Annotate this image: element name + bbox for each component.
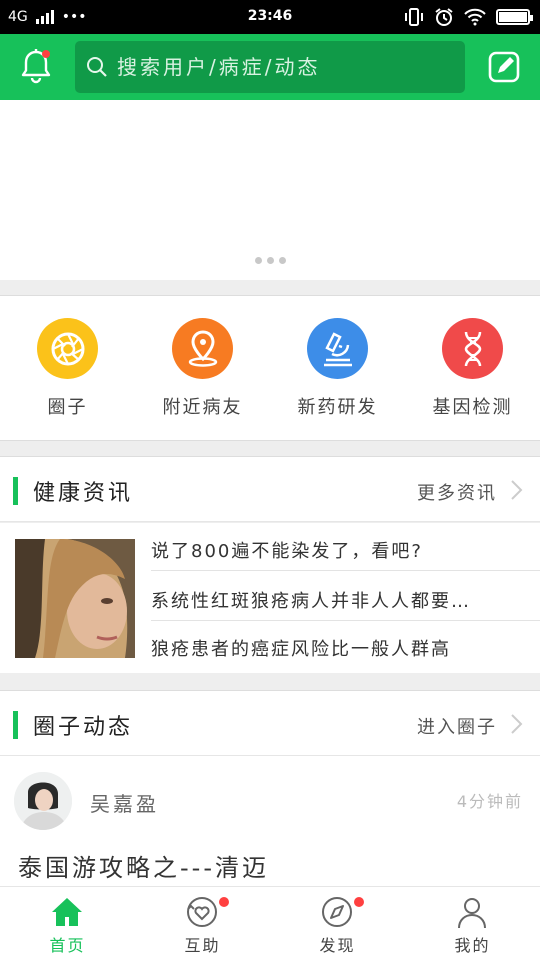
bottom-nav: 首页 互助 发现 我的 bbox=[0, 886, 540, 960]
banner-carousel[interactable] bbox=[0, 100, 540, 280]
category-label: 基因检测 bbox=[432, 397, 513, 418]
battery-icon bbox=[496, 9, 533, 25]
nav-home[interactable]: 首页 bbox=[0, 887, 135, 960]
section-accent-bar bbox=[13, 477, 18, 505]
category-label: 圈子 bbox=[47, 397, 88, 418]
notification-badge bbox=[354, 897, 364, 907]
news-item[interactable]: 狼疮患者的癌症风险比一般人群高 bbox=[151, 631, 540, 669]
carousel-dot bbox=[266, 257, 274, 264]
circle-post[interactable]: 吴嘉盈 4分钟前 泰国游攻略之---清迈 bbox=[0, 756, 540, 886]
avatar[interactable] bbox=[14, 772, 72, 830]
post-username[interactable]: 吴嘉盈 bbox=[90, 788, 159, 817]
wifi-icon bbox=[464, 8, 486, 26]
search-bar[interactable] bbox=[75, 41, 465, 93]
status-bar: 4G ••• 23:46 bbox=[0, 0, 540, 34]
more-news-link[interactable]: 更多资讯 bbox=[417, 479, 497, 505]
home-icon bbox=[52, 898, 82, 926]
top-header bbox=[0, 34, 540, 100]
section-title: 健康资讯 bbox=[33, 481, 134, 506]
category-circle[interactable]: 圈子 bbox=[0, 296, 135, 442]
category-nearby-patients[interactable]: 附近病友 bbox=[135, 296, 270, 442]
location-pin-icon bbox=[172, 318, 233, 379]
category-grid: 圈子 附近病友 新药研发 基因检测 bbox=[0, 295, 540, 441]
microscope-icon bbox=[307, 318, 368, 379]
nav-label: 互助 bbox=[184, 936, 221, 955]
aperture-icon bbox=[37, 318, 98, 379]
notification-badge bbox=[219, 897, 229, 907]
news-thumbnail[interactable] bbox=[15, 539, 135, 658]
section-accent-bar bbox=[13, 711, 18, 739]
chevron-right-icon[interactable] bbox=[510, 479, 524, 501]
compass-icon bbox=[322, 897, 352, 927]
category-label: 附近病友 bbox=[162, 397, 243, 418]
status-right bbox=[404, 7, 533, 27]
nav-discover[interactable]: 发现 bbox=[270, 887, 405, 960]
news-section-header: 健康资讯 更多资讯 bbox=[0, 456, 540, 522]
search-input[interactable] bbox=[117, 51, 447, 83]
nav-label: 我的 bbox=[454, 936, 491, 955]
category-gene-test[interactable]: 基因检测 bbox=[405, 296, 540, 442]
carousel-dot bbox=[278, 257, 286, 264]
news-item[interactable]: 说了800遍不能染发了，看吧? bbox=[151, 533, 540, 571]
search-icon bbox=[87, 57, 107, 77]
category-new-drug[interactable]: 新药研发 bbox=[270, 296, 405, 442]
section-title: 圈子动态 bbox=[33, 715, 134, 740]
nav-label: 发现 bbox=[319, 936, 356, 955]
category-label: 新药研发 bbox=[297, 397, 378, 418]
carousel-dot bbox=[254, 257, 262, 264]
vibrate-icon bbox=[405, 8, 423, 26]
carousel-indicator bbox=[0, 257, 540, 264]
notification-badge bbox=[42, 50, 50, 58]
circle-section-header: 圈子动态 进入圈子 bbox=[0, 690, 540, 756]
heart-exchange-icon bbox=[187, 897, 217, 927]
chevron-right-icon[interactable] bbox=[510, 713, 524, 735]
enter-circle-link[interactable]: 进入圈子 bbox=[417, 713, 497, 739]
person-icon bbox=[458, 898, 486, 929]
news-item[interactable]: 系统性红斑狼疮病人并非人人都要… bbox=[151, 583, 540, 621]
news-list: 说了800遍不能染发了，看吧? 系统性红斑狼疮病人并非人人都要… 狼疮患者的癌症… bbox=[0, 523, 540, 673]
nav-mine[interactable]: 我的 bbox=[405, 887, 540, 960]
alarm-icon bbox=[435, 8, 453, 26]
nav-mutual-help[interactable]: 互助 bbox=[135, 887, 270, 960]
dna-icon bbox=[442, 318, 503, 379]
nav-label: 首页 bbox=[49, 936, 86, 955]
post-time: 4分钟前 bbox=[456, 792, 523, 811]
edit-icon[interactable] bbox=[488, 51, 520, 83]
post-title[interactable]: 泰国游攻略之---清迈 bbox=[18, 848, 269, 883]
